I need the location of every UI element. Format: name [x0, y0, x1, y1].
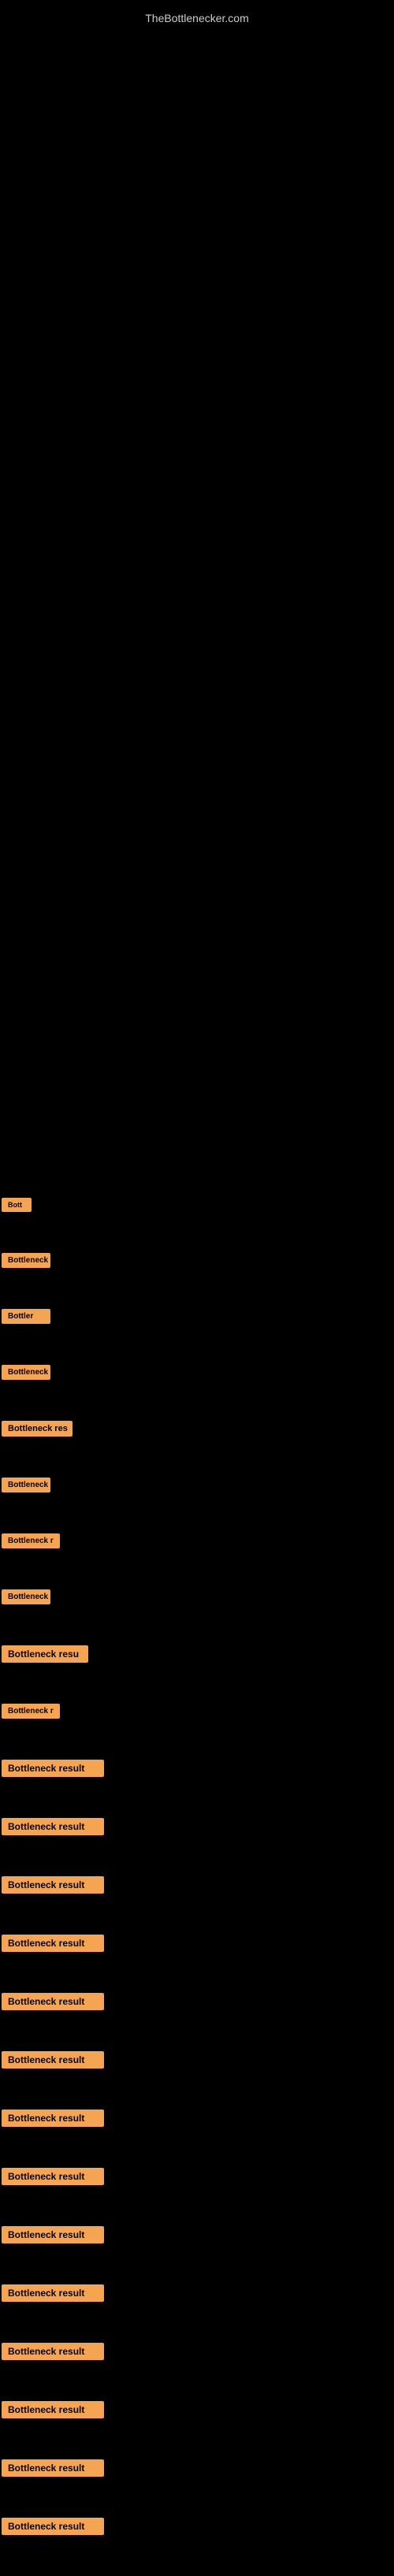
bottleneck-result-item: Bottleneck res: [2, 1421, 72, 1437]
bottleneck-result-item: Bottleneck r: [2, 1704, 60, 1719]
bottleneck-list: Bott Bottleneck Bottler Bottleneck Bottlenec…: [0, 1198, 394, 2576]
bottleneck-result-item: Bottleneck resu: [2, 1645, 88, 1663]
bottleneck-result-item: Bottleneck result: [2, 2401, 104, 2418]
bottleneck-result-item: Bottleneck result: [2, 1935, 104, 1952]
bottleneck-result-item: Bottleneck: [2, 1253, 50, 1268]
bottleneck-result-item: Bottler: [2, 1309, 50, 1324]
bottleneck-result-item: Bottleneck result: [2, 2109, 104, 2127]
bottleneck-result-item: Bottleneck result: [2, 1818, 104, 1835]
bottleneck-result-item: Bottleneck result: [2, 2284, 104, 2302]
bottleneck-result-item: Bottleneck result: [2, 2051, 104, 2069]
bottleneck-result-item: Bottleneck result: [2, 2168, 104, 2185]
bottleneck-result-item: Bottleneck result: [2, 1760, 104, 1777]
bottleneck-result-item: Bottleneck result: [2, 2518, 104, 2535]
bottleneck-result-item: Bottleneck result: [2, 1876, 104, 1894]
bottleneck-result-item: Bottleneck result: [2, 2459, 104, 2477]
bottleneck-result-item: Bottleneck: [2, 1478, 50, 1492]
bottleneck-result-item: Bottleneck: [2, 1365, 50, 1380]
bottleneck-result-item: Bottleneck result: [2, 2343, 104, 2360]
bottleneck-result-item: Bottleneck: [2, 1589, 50, 1604]
bottleneck-result-item: Bott: [2, 1198, 32, 1212]
bottleneck-result-item: Bottleneck result: [2, 1993, 104, 2010]
bottleneck-result-item: Bottleneck result: [2, 2226, 104, 2243]
site-title: TheBottlenecker.com: [0, 4, 394, 32]
bottleneck-result-item: Bottleneck r: [2, 1533, 60, 1548]
